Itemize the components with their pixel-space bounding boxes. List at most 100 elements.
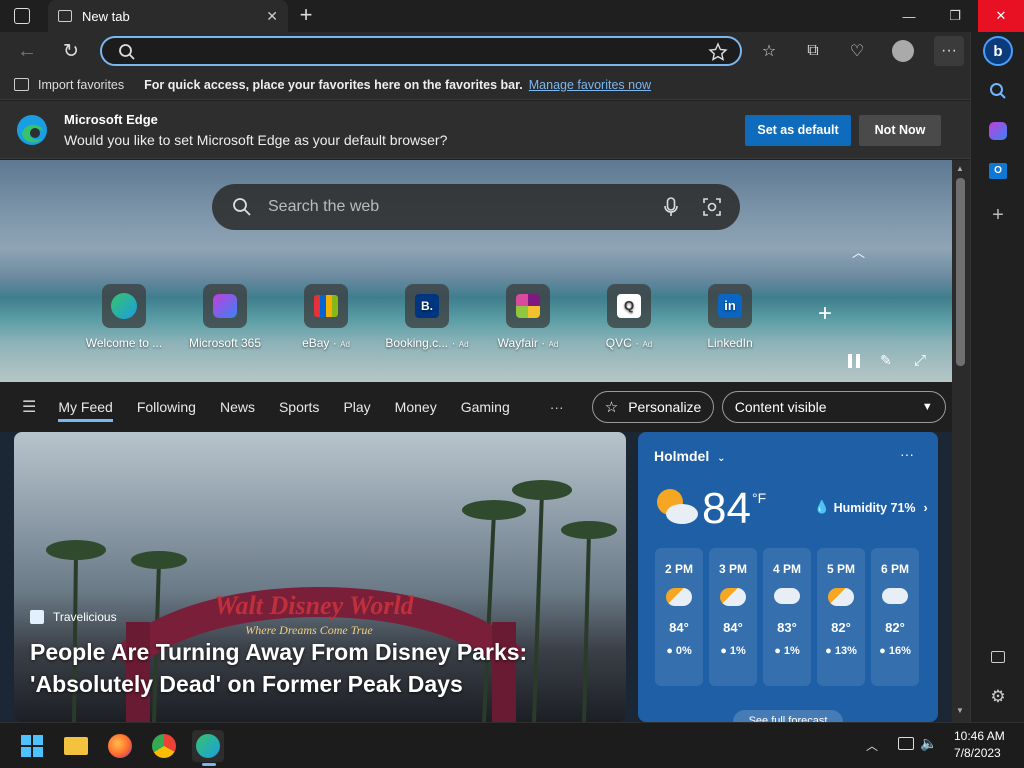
hide-sidebar-icon[interactable] <box>983 642 1013 672</box>
more-tabs-button[interactable]: ··· <box>550 399 564 415</box>
add-quick-link-button[interactable]: + <box>818 300 832 328</box>
quick-link-booking[interactable]: B. Booking.c... · Ad <box>381 284 473 350</box>
weather-location[interactable]: Holmdel ⌄ <box>654 448 726 464</box>
pause-background-icon[interactable] <box>848 354 860 368</box>
scroll-up-arrow[interactable]: ▲ <box>956 164 964 173</box>
tab-new-tab[interactable]: New tab ✕ <box>48 0 288 32</box>
favorites-bar: Import favorites For quick access, place… <box>0 70 970 100</box>
sidebar-add-icon[interactable]: + <box>983 200 1013 230</box>
tab-sports[interactable]: Sports <box>279 399 319 415</box>
expand-background-icon[interactable]: ⤢ <box>914 352 926 369</box>
feed-navigation: ☰ My Feed Following News Sports Play Mon… <box>0 382 952 432</box>
start-button[interactable] <box>16 730 48 762</box>
quick-link-welcome[interactable]: Welcome to ... <box>78 284 170 350</box>
sidebar-microsoft-365-icon[interactable] <box>983 116 1013 146</box>
weather-more-icon[interactable]: ··· <box>900 446 914 462</box>
refresh-button[interactable]: ↻ <box>56 36 86 66</box>
article-card[interactable]: Walt Disney World Where Dreams Come True… <box>14 432 626 722</box>
edge-taskbar-icon[interactable] <box>192 730 224 762</box>
quick-link-wayfair[interactable]: Wayfair · Ad <box>482 284 574 350</box>
chrome-icon[interactable] <box>148 730 180 762</box>
microphone-icon[interactable] <box>664 197 678 217</box>
personalize-button[interactable]: ☆ Personalize <box>591 391 714 423</box>
close-tab-icon[interactable]: ✕ <box>266 8 278 25</box>
hourly-forecast-item[interactable]: 3 PM 84° ● 1% <box>709 548 757 686</box>
chevron-down-icon: ⌄ <box>717 453 726 464</box>
web-search-box[interactable]: Search the web <box>212 184 740 230</box>
tab-news[interactable]: News <box>220 399 255 415</box>
minimize-button[interactable]: — <box>886 0 932 32</box>
page-scrollbar[interactable]: ▲ ▼ <box>952 160 970 722</box>
hourly-forecast-item[interactable]: 4 PM 83° ● 1% <box>763 548 811 686</box>
not-now-button[interactable]: Not Now <box>859 115 941 146</box>
collapse-chevron-icon[interactable]: ︿ <box>852 242 865 261</box>
tab-gaming[interactable]: Gaming <box>461 399 510 415</box>
profile-avatar[interactable] <box>888 36 918 66</box>
quick-link-microsoft-365[interactable]: Microsoft 365 <box>179 284 271 350</box>
windows-taskbar: ︿ 🔈 10:46 AM 7/8/2023 <box>0 722 1024 768</box>
visual-search-icon[interactable] <box>702 197 722 217</box>
sidebar-outlook-icon[interactable]: O <box>983 156 1013 186</box>
new-tab-button[interactable]: + <box>294 4 318 28</box>
file-explorer-icon[interactable] <box>60 730 92 762</box>
address-bar[interactable] <box>100 36 742 66</box>
web-search-placeholder: Search the web <box>268 198 380 215</box>
weather-card[interactable]: Holmdel ⌄ ··· 84 °F 💧 Humidity 71% › 2 P… <box>638 432 938 722</box>
quick-link-qvc[interactable]: Q QVC · Ad <box>583 284 675 350</box>
source-logo-icon <box>30 610 44 624</box>
tab-actions-icon[interactable] <box>14 8 30 24</box>
quick-link-linkedin[interactable]: in LinkedIn <box>684 284 776 350</box>
settings-more-button[interactable]: ··· <box>934 36 964 66</box>
scrollbar-thumb[interactable] <box>956 178 965 366</box>
close-window-button[interactable]: ✕ <box>978 0 1024 32</box>
bing-chat-icon[interactable]: b <box>983 36 1013 66</box>
active-app-indicator <box>202 763 216 766</box>
microsoft-365-icon <box>213 294 237 318</box>
linkedin-icon: in <box>718 294 742 318</box>
water-drop-icon: ● <box>879 645 886 657</box>
tab-money[interactable]: Money <box>395 399 437 415</box>
hourly-forecast-item[interactable]: 2 PM 84° ● 0% <box>655 548 703 686</box>
hourly-forecast-item[interactable]: 6 PM 82° ● 16% <box>871 548 919 686</box>
show-hidden-icons-button[interactable]: ︿ <box>866 737 878 754</box>
network-icon[interactable] <box>898 737 914 750</box>
browser-essentials-icon[interactable]: ♡ <box>842 36 872 66</box>
content-visible-dropdown[interactable]: Content visible ▼ <box>721 391 946 423</box>
favorites-icon[interactable]: ☆ <box>754 36 784 66</box>
back-button[interactable]: ← <box>12 36 42 66</box>
article-headline[interactable]: People Are Turning Away From Disney Park… <box>30 636 527 700</box>
manage-favorites-link[interactable]: Manage favorites now <box>529 78 651 92</box>
temperature-unit: °F <box>752 490 767 506</box>
newtab-page-icon <box>58 10 72 22</box>
weather-humidity[interactable]: 💧 Humidity 71% › <box>814 500 928 515</box>
tab-following[interactable]: Following <box>137 399 196 415</box>
firefox-icon[interactable] <box>104 730 136 762</box>
set-as-default-button[interactable]: Set as default <box>745 115 851 146</box>
restore-button[interactable]: ❐ <box>932 0 978 32</box>
search-icon <box>233 198 251 216</box>
scroll-down-arrow[interactable]: ▼ <box>956 706 964 715</box>
tab-play[interactable]: Play <box>343 399 370 415</box>
hourly-forecast-item[interactable]: 5 PM 82° ● 13% <box>817 548 865 686</box>
sidebar-settings-icon[interactable]: ⚙ <box>983 682 1013 712</box>
ebay-bag-icon <box>314 295 338 317</box>
sidebar-search-icon[interactable] <box>983 76 1013 106</box>
partly-cloudy-icon <box>666 588 692 606</box>
volume-icon[interactable]: 🔈 <box>920 735 937 752</box>
edit-background-icon[interactable]: ✎ <box>880 352 892 369</box>
address-input[interactable] <box>142 41 702 61</box>
favorite-star-icon[interactable] <box>708 42 728 62</box>
partly-cloudy-icon <box>828 588 854 606</box>
article-source[interactable]: Travelicious <box>30 610 117 624</box>
taskbar-time[interactable]: 10:46 AM <box>954 729 1005 743</box>
taskbar-date[interactable]: 7/8/2023 <box>954 746 1001 760</box>
import-favorites-button[interactable]: Import favorites <box>38 78 124 92</box>
water-drop-icon: ● <box>666 645 673 657</box>
quick-link-ebay[interactable]: eBay · Ad <box>280 284 372 350</box>
edge-logo-icon <box>17 115 47 145</box>
tab-my-feed[interactable]: My Feed <box>58 399 113 422</box>
feed-menu-icon[interactable]: ☰ <box>22 397 36 417</box>
see-full-forecast-button[interactable]: See full forecast <box>733 710 843 722</box>
collections-icon[interactable]: ⧉ <box>798 36 828 66</box>
partly-cloudy-icon <box>657 489 698 524</box>
